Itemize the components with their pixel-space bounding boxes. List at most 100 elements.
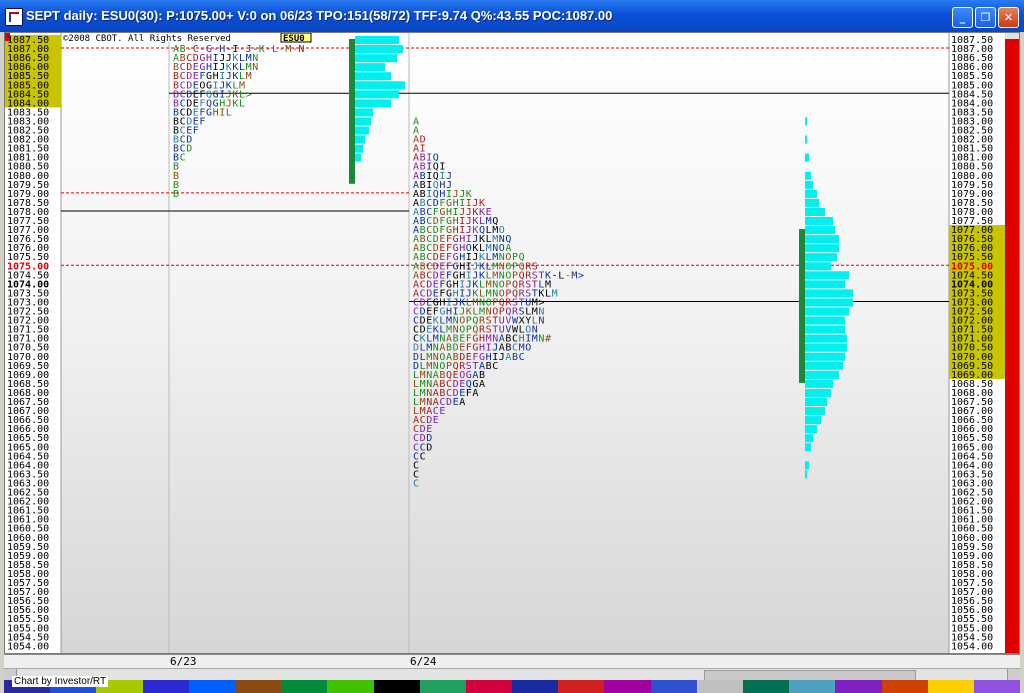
- profile-bar: [805, 235, 839, 244]
- color-swatch: [419, 680, 466, 693]
- profile-bar: [805, 370, 839, 379]
- tpo-letter-day1: H: [213, 107, 219, 118]
- color-legend-bar: [4, 680, 1021, 693]
- title-bar: SEPT daily: ESU0(30): P:1075.00+ V:0 on …: [0, 0, 1024, 32]
- tpo-letter-day2: E: [433, 415, 439, 426]
- tpo-letter-day2: C: [420, 451, 426, 462]
- profile-bar: [805, 171, 811, 180]
- profile-bar: [805, 298, 853, 307]
- tpo-letter-day1: M: [246, 71, 252, 82]
- tpo-letter-day1: D: [186, 144, 192, 155]
- tpo-letter-day2: M: [552, 288, 558, 299]
- tpo-letter-day1: I: [219, 107, 225, 118]
- tpo-letter-day2: L: [558, 270, 564, 281]
- minimize-button[interactable]: _: [952, 7, 973, 28]
- profile-bar: [805, 217, 833, 226]
- tpo-letter-day2: D: [446, 397, 452, 408]
- window-title: SEPT daily: ESU0(30): P:1075.00+ V:0 on …: [26, 8, 613, 23]
- tpo-letter-day2: N: [538, 334, 544, 345]
- tpo-letter-day2: D: [426, 442, 432, 453]
- tpo-letter-day2: -: [552, 270, 558, 281]
- profile-bar: [805, 316, 845, 325]
- chart-credit: Chart by Investor/RT: [12, 676, 109, 687]
- profile-bar: [805, 416, 821, 425]
- color-swatch: [881, 680, 928, 693]
- tpo-letter-day1: M: [285, 44, 291, 55]
- profile-bar: [805, 198, 819, 207]
- tpo-letter-day1: F: [199, 116, 205, 127]
- right-red-strip: [1005, 39, 1019, 653]
- profile-bar: [805, 425, 817, 434]
- color-swatch: [234, 680, 282, 693]
- color-swatch: [835, 680, 882, 693]
- color-swatch: [465, 680, 513, 693]
- profile-bar: [355, 135, 365, 144]
- profile-bar: [355, 108, 373, 117]
- profile-bar: [805, 461, 809, 470]
- tpo-letter-day2: F: [466, 388, 472, 399]
- profile-bar: [805, 289, 853, 298]
- profile-bar: [805, 262, 831, 271]
- profile-bar: [805, 253, 837, 262]
- tpo-letter-day2: M: [532, 334, 538, 345]
- app-icon[interactable]: [5, 8, 23, 26]
- tpo-letter-day1: B: [173, 189, 179, 200]
- color-swatch: [512, 680, 559, 693]
- tpo-letter-day1: -: [279, 44, 285, 55]
- profile-bar: [355, 36, 399, 45]
- profile-bar: [805, 135, 807, 144]
- tpo-letter-day1: L: [239, 98, 245, 109]
- tpo-letter-day1: N: [252, 62, 258, 73]
- color-swatch: [327, 680, 374, 693]
- profile-bar: [355, 63, 385, 72]
- tpo-letter-day1: C: [180, 153, 186, 164]
- profile-bar: [805, 271, 849, 280]
- profile-bar: [805, 280, 845, 289]
- tpo-letter-day2: E: [453, 397, 459, 408]
- tpo-letter-day2: A: [472, 388, 478, 399]
- tpo-letter-day2: >: [578, 270, 584, 281]
- profile-bar: [805, 207, 825, 216]
- profile-bar: [805, 434, 813, 443]
- profile-bar: [805, 307, 849, 316]
- tpo-letter-day2: C: [519, 352, 525, 363]
- color-swatch: [927, 680, 974, 693]
- profile-bar: [805, 470, 807, 479]
- profile-bar: [805, 180, 813, 189]
- tpo-letter-day2: E: [439, 406, 445, 417]
- color-swatch: [650, 680, 697, 693]
- profile-bar: [355, 117, 371, 126]
- tpo-letter-day1: N: [298, 44, 304, 55]
- color-swatch: [743, 680, 790, 693]
- tpo-letter-day1: -: [265, 44, 271, 55]
- profile-bar: [805, 343, 847, 352]
- profile-bar: [355, 99, 391, 108]
- close-button[interactable]: ✕: [998, 7, 1019, 28]
- tpo-letter-day2: M: [571, 270, 577, 281]
- tpo-letter-day1: G: [206, 107, 212, 118]
- profile-bar: [805, 189, 817, 198]
- profile-bar: [355, 153, 361, 162]
- scroll-right-button[interactable]: [1007, 669, 1020, 680]
- profile-bar: [805, 352, 845, 361]
- profile-bar: [355, 81, 405, 90]
- profile-bar: [805, 325, 845, 334]
- tpo-letter-day1: K: [232, 98, 238, 109]
- close-icon: ✕: [1003, 11, 1014, 24]
- profile-bar: [355, 144, 363, 153]
- tpo-letter-day2: C: [492, 361, 498, 372]
- maximize-button[interactable]: ❐: [975, 7, 996, 28]
- color-swatch: [373, 680, 420, 693]
- profile-value-bar: [349, 39, 355, 184]
- profile-bar: [805, 226, 835, 235]
- tpo-letter-day2: O: [525, 343, 531, 354]
- maximize-icon: ❐: [980, 11, 991, 24]
- tpo-letter-day2: N: [538, 316, 544, 327]
- profile-bar: [805, 361, 843, 370]
- market-profile-chart[interactable]: 1087.50 1087.50 1087.00 1087.00 1086.50 1086.…: [4, 32, 1020, 654]
- tpo-letter-day1: L: [226, 107, 232, 118]
- color-swatch: [281, 680, 328, 693]
- profile-bar: [805, 407, 825, 416]
- profile-bar: [805, 334, 847, 343]
- color-swatch: [558, 680, 605, 693]
